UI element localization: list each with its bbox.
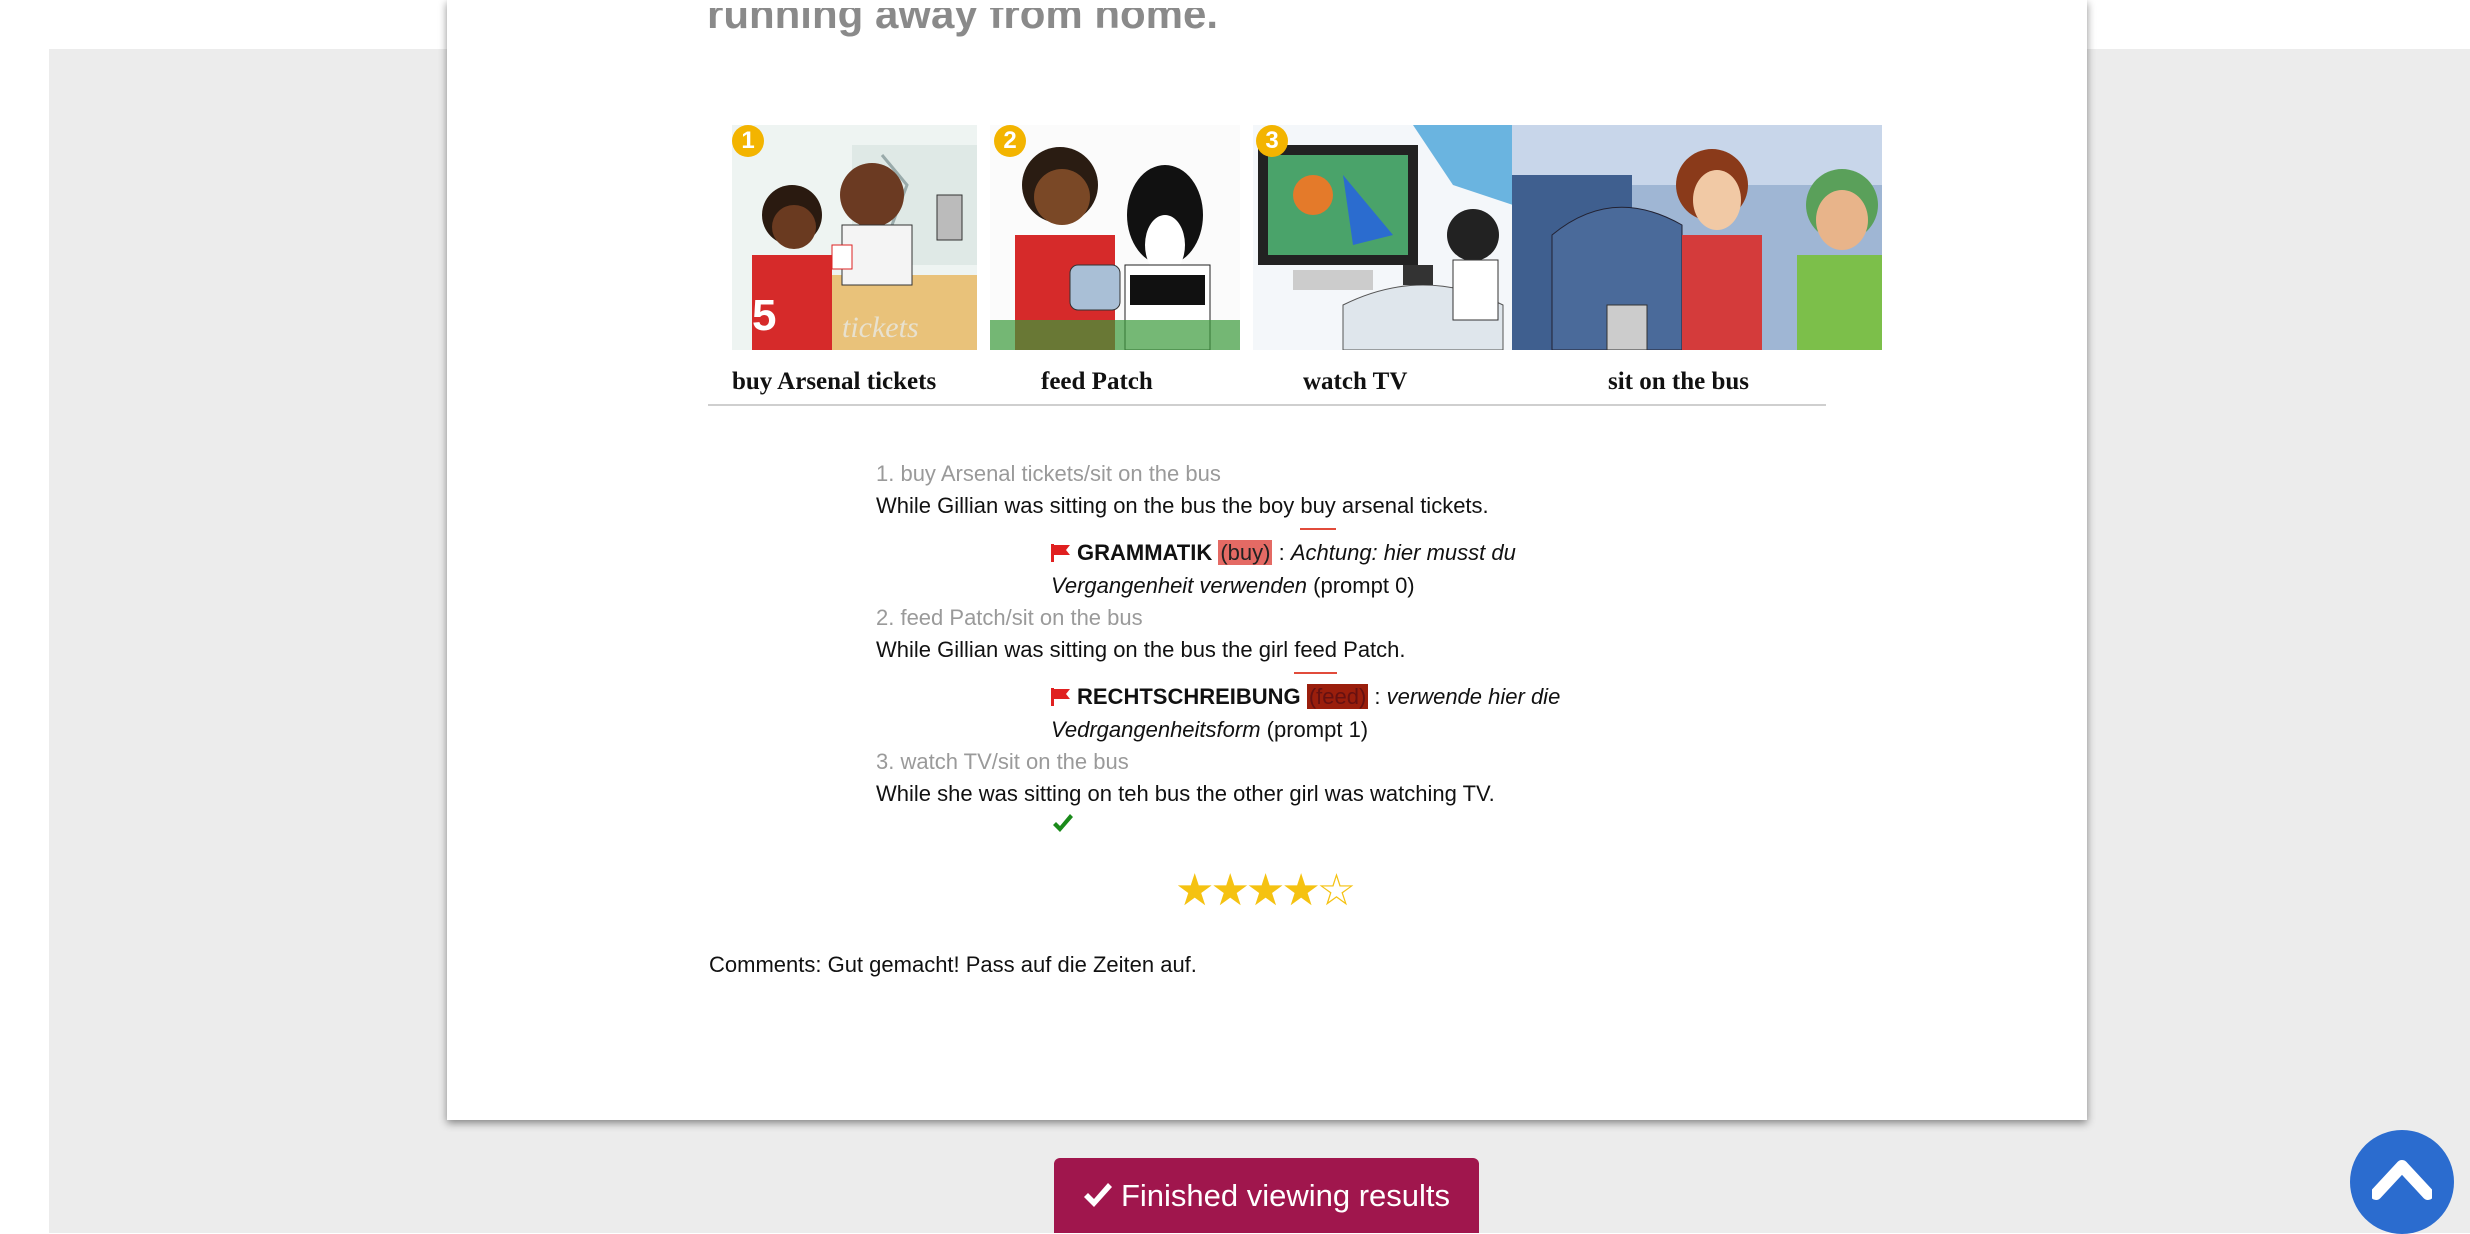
star-rating: ★★★★☆ [1175, 866, 1356, 915]
flag-icon [1051, 688, 1070, 706]
dog-feeding-illustration [990, 125, 1240, 350]
feedback-type: GRAMMATIK [1077, 540, 1213, 565]
panel-4-illustration [1512, 125, 1882, 350]
exercise-title: running away from home. [707, 8, 1219, 37]
caption-sit-on-the-bus: sit on the bus [1608, 368, 1750, 395]
answer-text: While Gillian was sitting on the bus the… [876, 634, 1876, 674]
feedback-prompt-ref: (prompt 1) [1260, 717, 1369, 742]
panel-1-illustration: tickets 5 [732, 125, 977, 350]
answer-text: While Gillian was sitting on the bus the… [876, 490, 1876, 530]
scroll-to-top-button[interactable] [2350, 1130, 2454, 1234]
caption-watch-tv: watch TV [1303, 368, 1408, 395]
panel-2-illustration [990, 125, 1240, 350]
answer-prompt: 3. watch TV/sit on the bus [876, 749, 1129, 774]
svg-text:5: 5 [752, 291, 776, 340]
comments-text: Comments: Gut gemacht! Pass auf die Zeit… [709, 952, 1197, 977]
answer-item: 1. buy Arsenal tickets/sit on the bus Wh… [876, 458, 1876, 602]
feedback-prompt-ref: (prompt 0) [1307, 573, 1415, 598]
bus-passengers-illustration [1512, 125, 1882, 350]
feedback-block: GRAMMATIK (buy) : Achtung: hier musst du… [1051, 540, 1516, 598]
answer-item: 2. feed Patch/sit on the bus While Gilli… [876, 602, 1876, 746]
marked-word[interactable]: buy [1300, 490, 1337, 530]
marked-word[interactable]: feed [1294, 634, 1337, 674]
feedback-highlight: (feed) [1306, 684, 1369, 709]
feedback-highlight: (buy) [1218, 540, 1273, 565]
finish-button-label: Finished viewing results [1120, 1178, 1451, 1213]
panel-3-number-badge: 3 [1256, 125, 1288, 157]
tv-watching-illustration [1253, 125, 1513, 350]
chevron-up-icon [2372, 1160, 2432, 1200]
svg-text:tickets: tickets [842, 311, 919, 344]
panel-2-number-badge: 2 [994, 125, 1026, 157]
panel-3-illustration [1253, 125, 1513, 350]
divider [708, 404, 1826, 406]
caption-buy-arsenal-tickets: buy Arsenal tickets [732, 368, 937, 395]
answers-list: 1. buy Arsenal tickets/sit on the bus Wh… [876, 458, 1876, 836]
panel-1-number-badge: 1 [732, 125, 764, 157]
caption-feed-patch: feed Patch [1041, 368, 1153, 395]
answer-prompt: 2. feed Patch/sit on the bus [876, 605, 1143, 630]
ticket-counter-illustration: tickets 5 [732, 125, 977, 350]
feedback-type: RECHTSCHREIBUNG [1077, 684, 1301, 709]
strip-captions: buy Arsenal tickets feed Patch watch TV … [732, 360, 1882, 404]
check-icon [1053, 814, 1073, 832]
answer-text: While she was sitting on teh bus the oth… [876, 781, 1495, 806]
feedback-block: RECHTSCHREIBUNG (feed) : verwende hier d… [1051, 684, 1561, 742]
worksheet-card: running away from home. tickets 5 1 2 3 … [447, 0, 2087, 1120]
answer-prompt: 1. buy Arsenal tickets/sit on the bus [876, 461, 1221, 486]
comic-strip: tickets 5 1 2 3 [732, 125, 1882, 350]
flag-icon [1051, 544, 1070, 562]
check-icon [1083, 1183, 1112, 1207]
finished-viewing-results-button[interactable]: Finished viewing results [1054, 1158, 1479, 1233]
answer-item: 3. watch TV/sit on the bus While she was… [876, 746, 1876, 836]
